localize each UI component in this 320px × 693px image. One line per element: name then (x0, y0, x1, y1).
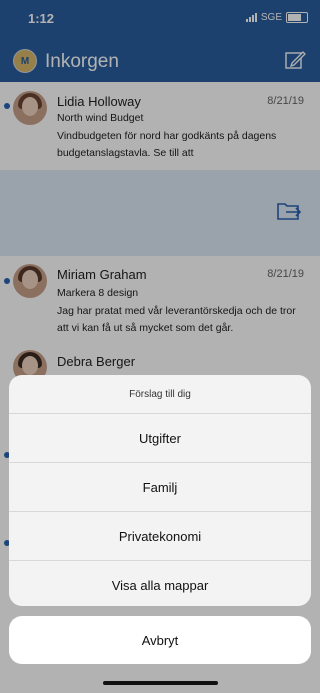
home-indicator[interactable] (103, 681, 218, 685)
action-sheet: Förslag till dig Utgifter Familj Private… (9, 375, 311, 606)
option-visa-alla-mappar[interactable]: Visa alla mappar (9, 561, 311, 606)
cancel-button[interactable]: Avbryt (9, 616, 311, 664)
action-sheet-title: Förslag till dig (9, 375, 311, 414)
option-utgifter[interactable]: Utgifter (9, 414, 311, 463)
option-privatekonomi[interactable]: Privatekonomi (9, 512, 311, 561)
option-familj[interactable]: Familj (9, 463, 311, 512)
